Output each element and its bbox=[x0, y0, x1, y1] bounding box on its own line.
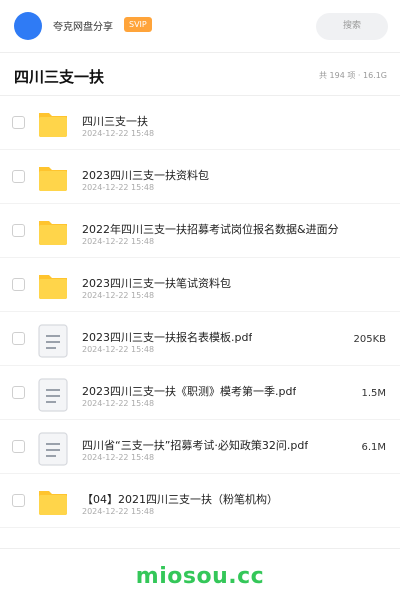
folder-icon bbox=[38, 486, 68, 516]
owner-name: 夸克网盘分享 bbox=[53, 22, 113, 33]
list-item[interactable]: 2023四川三支一扶《职测》模考第一季.pdf 2024-12-22 15:48 1… bbox=[0, 366, 400, 420]
list-item[interactable]: 四川省“三支一扶”招募考试·必知政策32问.pdf 2024-12-22 15:4… bbox=[0, 420, 400, 474]
item-date: 2024-12-22 15:48 bbox=[82, 399, 155, 408]
item-name: 2023四川三支一扶《职测》模考第一季.pdf bbox=[82, 385, 297, 398]
item-size: 6.1M bbox=[361, 442, 386, 453]
item-name: 2023四川三支一扶报名表模板.pdf bbox=[82, 331, 253, 344]
list-item[interactable]: 四川三支一扶 2024-12-22 15:48 bbox=[0, 96, 400, 150]
item-date: 2024-12-22 15:48 bbox=[82, 345, 155, 354]
list-item[interactable]: 2023四川三支一扶资料包 2024-12-22 15:48 bbox=[0, 150, 400, 204]
item-date: 2024-12-22 15:48 bbox=[82, 507, 155, 516]
item-date: 2024-12-22 15:48 bbox=[82, 129, 155, 138]
item-size: 1.5M bbox=[361, 388, 386, 399]
item-name: 2023四川三支一扶笔试资料包 bbox=[82, 277, 231, 290]
divider bbox=[0, 548, 400, 549]
document-icon bbox=[38, 378, 68, 412]
document-icon bbox=[38, 324, 68, 358]
folder-icon bbox=[38, 216, 68, 246]
select-checkbox[interactable] bbox=[12, 116, 25, 129]
select-checkbox[interactable] bbox=[12, 224, 25, 237]
item-date: 2024-12-22 15:48 bbox=[82, 183, 155, 192]
item-date: 2024-12-22 15:48 bbox=[82, 237, 155, 246]
search-input[interactable]: 搜索 bbox=[316, 13, 388, 40]
item-summary: 共 194 项 · 16.1G bbox=[319, 71, 387, 80]
item-size: 205KB bbox=[353, 334, 386, 345]
list-item[interactable]: 2023四川三支一扶笔试资料包 2024-12-22 15:48 bbox=[0, 258, 400, 312]
item-date: 2024-12-22 15:48 bbox=[82, 453, 155, 462]
item-name: 四川三支一扶 bbox=[82, 115, 148, 128]
list-item[interactable]: 【04】2021四川三支一扶（粉笔机构） 2024-12-22 15:48 bbox=[0, 474, 400, 528]
file-list: 四川三支一扶 2024-12-22 15:48 2023四川三支一扶资料包 2024-… bbox=[0, 96, 400, 528]
item-date: 2024-12-22 15:48 bbox=[82, 291, 155, 300]
list-item[interactable]: 2023四川三支一扶报名表模板.pdf 2024-12-22 15:48 205KB bbox=[0, 312, 400, 366]
folder-icon bbox=[38, 108, 68, 138]
top-bar: 夸克网盘分享 SVIP 搜索 bbox=[0, 0, 400, 52]
watermark-text: miosou.cc bbox=[135, 564, 265, 589]
select-checkbox[interactable] bbox=[12, 440, 25, 453]
svip-badge: SVIP bbox=[124, 17, 152, 32]
select-checkbox[interactable] bbox=[12, 170, 25, 183]
document-icon bbox=[38, 432, 68, 466]
select-checkbox[interactable] bbox=[12, 494, 25, 507]
select-checkbox[interactable] bbox=[12, 278, 25, 291]
item-name: 【04】2021四川三支一扶（粉笔机构） bbox=[82, 493, 278, 506]
select-checkbox[interactable] bbox=[12, 332, 25, 345]
page-title: 四川三支一扶 bbox=[14, 68, 105, 86]
list-item[interactable]: 2022年四川三支一扶招募考试岗位报名数据&进面分 2024-12-22 15:4… bbox=[0, 204, 400, 258]
folder-icon bbox=[38, 162, 68, 192]
folder-icon bbox=[38, 270, 68, 300]
item-name: 2023四川三支一扶资料包 bbox=[82, 169, 209, 182]
item-name: 2022年四川三支一扶招募考试岗位报名数据&进面分 bbox=[82, 223, 339, 236]
divider bbox=[0, 52, 400, 53]
select-checkbox[interactable] bbox=[12, 386, 25, 399]
avatar[interactable] bbox=[14, 12, 42, 40]
item-name: 四川省“三支一扶”招募考试·必知政策32问.pdf bbox=[82, 439, 309, 452]
